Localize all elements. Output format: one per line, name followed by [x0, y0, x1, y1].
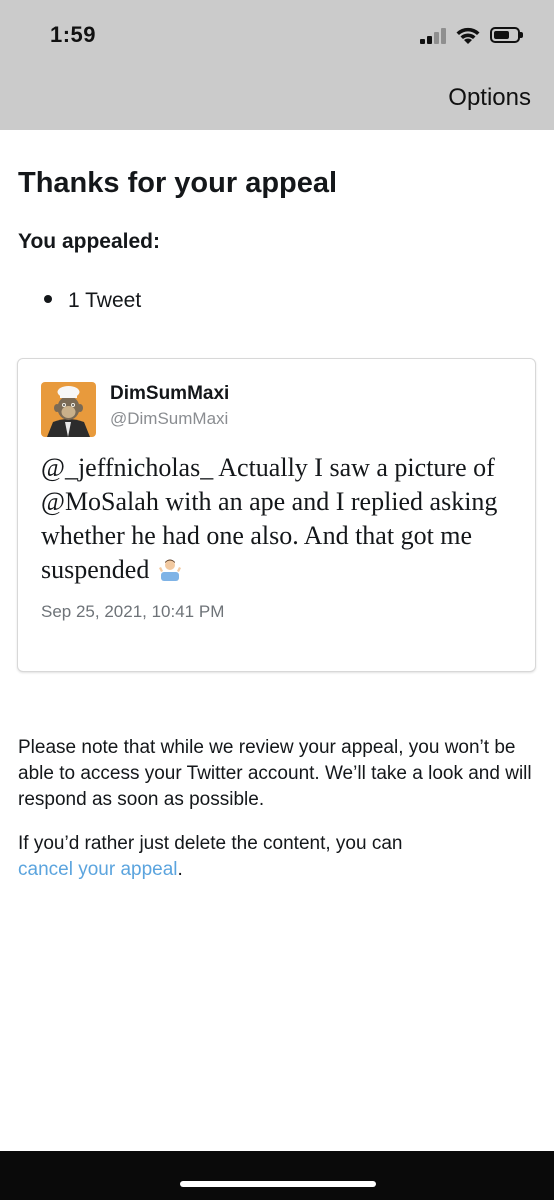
delete-note-suffix: . [177, 859, 183, 880]
bullet-icon [44, 295, 52, 304]
appealed-item-text: 1 Tweet [68, 289, 142, 312]
avatar [41, 382, 96, 437]
display-name: DimSumMaxi [110, 383, 230, 404]
tweet-card: DimSumMaxi @DimSumMaxi @_jeffnicholas_ A… [17, 358, 536, 672]
battery-icon [490, 27, 523, 43]
home-indicator[interactable] [180, 1181, 376, 1187]
status-icons [420, 24, 530, 48]
status-time: 1:59 [50, 22, 97, 47]
appealed-label: You appealed: [18, 230, 160, 253]
delete-note: If you’d rather just delete the content,… [18, 831, 538, 883]
review-note: Please note that while we review your ap… [18, 737, 532, 810]
person-shrugging-icon [158, 559, 181, 581]
page-title: Thanks for your appeal [18, 167, 338, 199]
cellular-signal-icon [420, 26, 450, 44]
bottom-bar [0, 1151, 554, 1200]
cancel-appeal-link[interactable]: cancel your appeal [18, 859, 178, 880]
options-button[interactable]: Options [448, 84, 531, 112]
user-handle: @DimSumMaxi [110, 409, 229, 428]
top-bar: 1:59 Options [0, 0, 554, 130]
delete-note-text: If you’d rather just delete the content,… [18, 833, 403, 854]
appealed-list-item: 1 Tweet [44, 289, 141, 313]
wifi-icon [456, 27, 480, 44]
tweet-text-block: @_jeffnicholas_ Actually I saw a picture… [41, 451, 521, 587]
tweet-text: @_jeffnicholas_ Actually I saw a picture… [41, 453, 498, 584]
tweet-timestamp: Sep 25, 2021, 10:41 PM [41, 602, 225, 621]
